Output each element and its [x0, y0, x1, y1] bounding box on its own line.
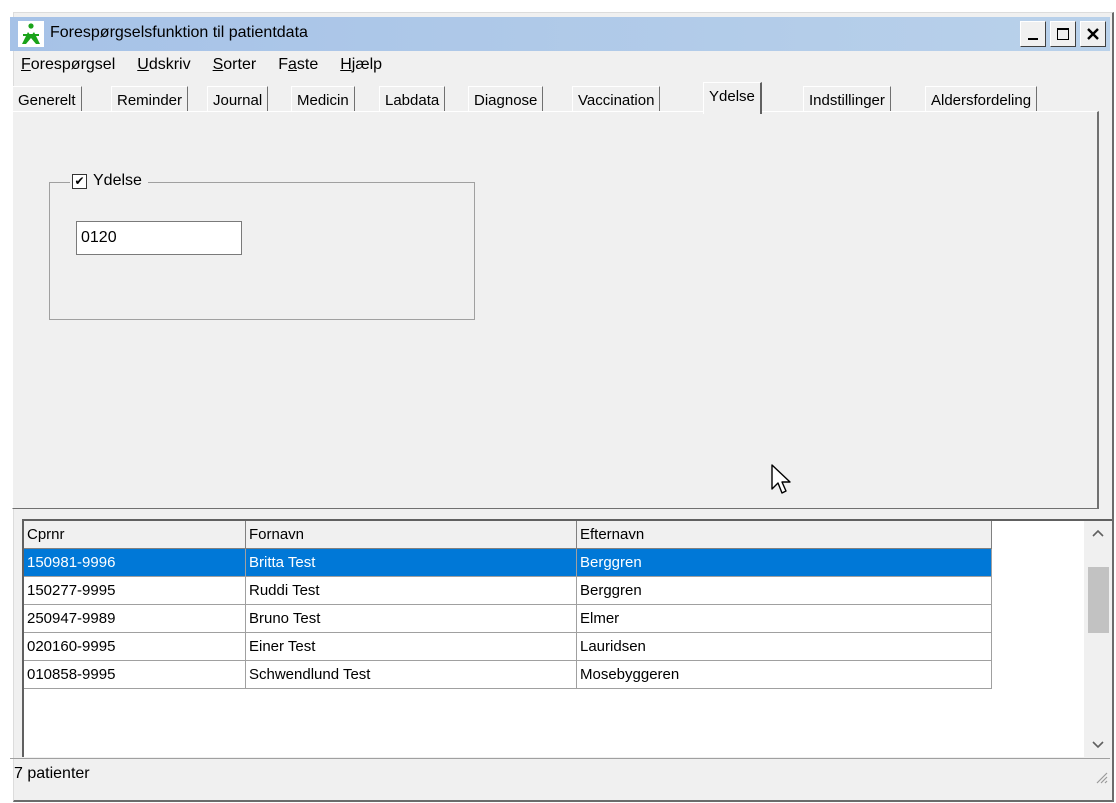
cell-efternavn[interactable]: Mosebyggeren — [577, 661, 992, 689]
ydelse-tab-panel: ✔ Ydelse — [12, 111, 1099, 509]
cell-fornavn[interactable]: Ruddi Test — [246, 577, 577, 605]
maximize-button[interactable] — [1050, 21, 1076, 47]
title-bar[interactable]: Forespørgselsfunktion til patientdata — [10, 17, 1110, 51]
tab-journal[interactable]: Journal — [207, 86, 269, 112]
minimize-button[interactable] — [1020, 21, 1046, 47]
scroll-down-button[interactable] — [1084, 733, 1112, 757]
maximize-icon — [1057, 28, 1069, 40]
minimize-icon — [1028, 38, 1038, 40]
table-row[interactable]: 250947-9989 Bruno Test Elmer — [24, 605, 992, 633]
cell-efternavn[interactable]: Lauridsen — [577, 633, 992, 661]
vertical-scrollbar[interactable] — [1084, 521, 1112, 757]
tab-diagnose[interactable]: Diagnose — [468, 86, 544, 112]
ydelse-code-input[interactable] — [76, 221, 242, 255]
cell-efternavn[interactable]: Berggren — [577, 549, 992, 577]
cell-cprnr[interactable]: 250947-9989 — [24, 605, 246, 633]
ydelse-checkbox-label: Ydelse — [93, 172, 142, 189]
column-header-efternavn[interactable]: Efternavn — [577, 521, 992, 549]
ydelse-checkbox[interactable]: ✔ — [72, 173, 87, 189]
tab-medicin[interactable]: Medicin — [291, 86, 355, 112]
menu-sorter[interactable]: Sorter — [202, 56, 268, 74]
table-row[interactable]: 150981-9996 Britta Test Berggren — [24, 549, 992, 577]
cell-cprnr[interactable]: 150277-9995 — [24, 577, 246, 605]
scroll-up-button[interactable] — [1084, 521, 1112, 545]
cell-fornavn[interactable]: Schwendlund Test — [246, 661, 577, 689]
patient-count-status: 7 patienter — [14, 765, 90, 782]
table-header-row: Cprnr Fornavn Efternavn — [24, 521, 992, 549]
cell-cprnr[interactable]: 150981-9996 — [24, 549, 246, 577]
chevron-up-icon — [1092, 529, 1104, 537]
window-title: Forespørgselsfunktion til patientdata — [50, 24, 308, 41]
tab-aldersfordeling[interactable]: Aldersfordeling — [925, 86, 1038, 112]
column-header-cprnr[interactable]: Cprnr — [24, 521, 246, 549]
ydelse-groupbox: ✔ Ydelse — [49, 172, 475, 320]
close-icon — [1087, 28, 1099, 40]
tab-generelt[interactable]: Generelt — [12, 86, 82, 112]
cell-efternavn[interactable]: Berggren — [577, 577, 992, 605]
table-row[interactable]: 010858-9995 Schwendlund Test Mosebyggere… — [24, 661, 992, 689]
menu-foresporgsel[interactable]: Forespørgsel — [10, 56, 126, 74]
resize-grip-icon[interactable] — [1094, 770, 1108, 784]
menu-udskriv[interactable]: Udskriv — [126, 56, 201, 74]
tab-vaccination[interactable]: Vaccination — [572, 86, 661, 112]
menu-bar: Forespørgsel Udskriv Sorter Faste Hjælp — [10, 52, 1110, 78]
tab-ydelse[interactable]: Ydelse — [703, 82, 762, 114]
column-header-fornavn[interactable]: Fornavn — [246, 521, 577, 549]
app-logo-icon — [18, 21, 44, 47]
cell-efternavn[interactable]: Elmer — [577, 605, 992, 633]
cell-fornavn[interactable]: Bruno Test — [246, 605, 577, 633]
mouse-pointer-icon — [771, 464, 791, 494]
menu-faste[interactable]: Faste — [267, 56, 329, 74]
cell-cprnr[interactable]: 010858-9995 — [24, 661, 246, 689]
menu-hjaelp[interactable]: Hjælp — [329, 56, 393, 74]
tab-indstillinger[interactable]: Indstillinger — [803, 86, 891, 112]
patient-grid: Cprnr Fornavn Efternavn 150981-9996 Brit… — [22, 519, 1112, 757]
cell-fornavn[interactable]: Einer Test — [246, 633, 577, 661]
tab-reminder[interactable]: Reminder — [111, 86, 189, 112]
status-bar: 7 patienter — [10, 758, 1110, 786]
tab-labdata[interactable]: Labdata — [379, 86, 446, 112]
cell-fornavn[interactable]: Britta Test — [246, 549, 577, 577]
scroll-thumb[interactable] — [1088, 567, 1109, 633]
chevron-down-icon — [1092, 741, 1104, 749]
cell-cprnr[interactable]: 020160-9995 — [24, 633, 246, 661]
ydelse-group-header: ✔ Ydelse — [70, 172, 148, 190]
close-button[interactable] — [1080, 21, 1106, 47]
table-row[interactable]: 150277-9995 Ruddi Test Berggren — [24, 577, 992, 605]
tab-strip: Generelt Reminder Journal Medicin Labdat… — [12, 82, 1110, 114]
table-row[interactable]: 020160-9995 Einer Test Lauridsen — [24, 633, 992, 661]
patient-table: Cprnr Fornavn Efternavn 150981-9996 Brit… — [24, 521, 992, 689]
checkmark-icon: ✔ — [74, 174, 85, 188]
